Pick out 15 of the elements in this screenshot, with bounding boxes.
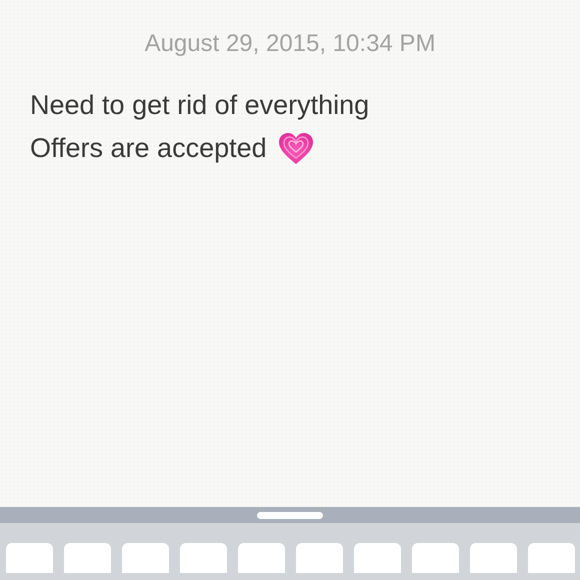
- key-button[interactable]: [238, 543, 285, 573]
- heart-icon: [278, 132, 313, 164]
- key-button[interactable]: [354, 543, 401, 573]
- key-button[interactable]: [470, 543, 517, 573]
- key-button[interactable]: [6, 543, 53, 573]
- note-text: Offers are accepted: [30, 133, 267, 164]
- key-button[interactable]: [296, 543, 343, 573]
- drag-handle[interactable]: [257, 512, 323, 518]
- key-button[interactable]: [122, 543, 169, 573]
- key-button[interactable]: [180, 543, 227, 573]
- key-button[interactable]: [412, 543, 459, 573]
- key-button[interactable]: [528, 543, 575, 573]
- note-date: August 29, 2015, 10:34 PM: [144, 30, 436, 58]
- key-button[interactable]: [64, 543, 111, 573]
- note-text: Need to get rid of everything: [30, 90, 370, 121]
